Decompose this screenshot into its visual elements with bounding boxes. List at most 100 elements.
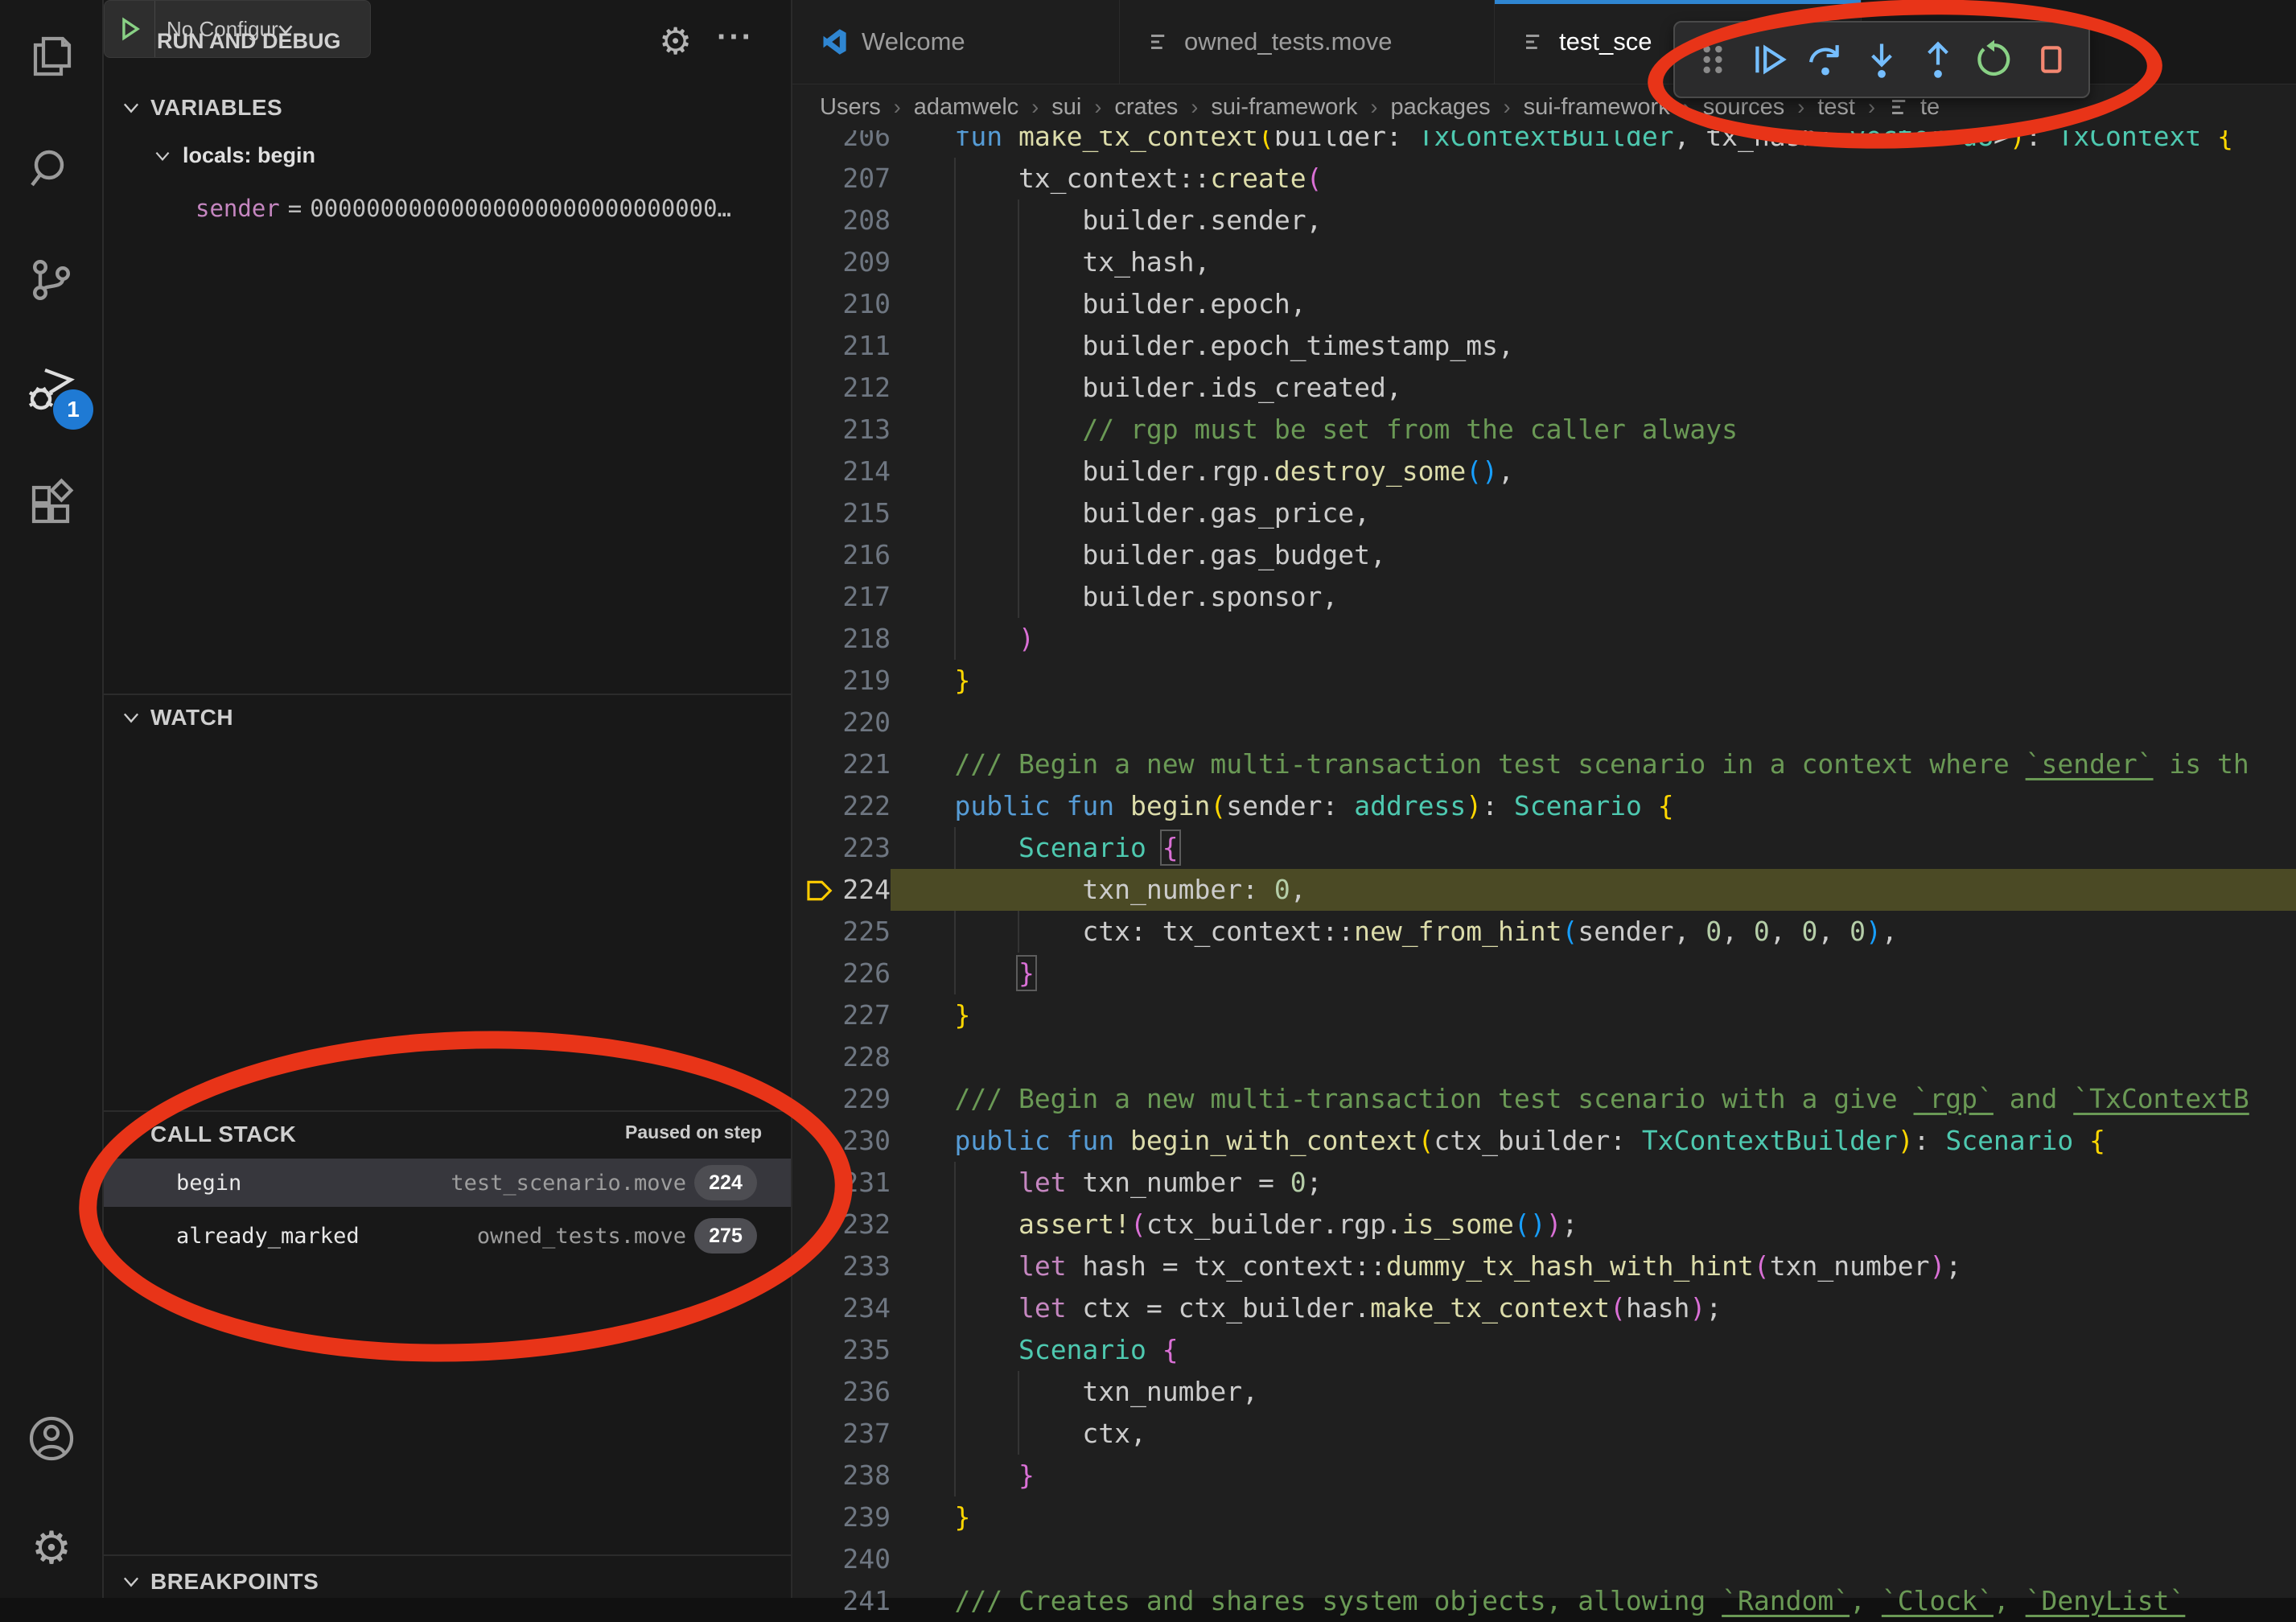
line-number: 232 — [792, 1204, 891, 1245]
code-line-223[interactable]: 223 Scenario { — [792, 827, 2296, 869]
code-line-240[interactable]: 240 — [792, 1538, 2296, 1580]
variables-scope-row[interactable]: locals: begin — [152, 143, 315, 168]
line-number: 235 — [792, 1329, 891, 1371]
code-line-224[interactable]: 224 txn_number: 0, — [792, 869, 2296, 911]
callstack-frame-already_marked[interactable]: already_markedowned_tests.move275 — [104, 1212, 791, 1260]
line-content: /// Begin a new multi-transaction test s… — [891, 748, 2249, 780]
breadcrumb-separator: › — [1357, 95, 1390, 120]
code-line-232[interactable]: 232 assert!(ctx_builder.rgp.is_some()); — [792, 1204, 2296, 1245]
breadcrumb-item[interactable]: Users — [820, 94, 881, 121]
code-line-213[interactable]: 213 // rgp must be set from the caller a… — [792, 409, 2296, 451]
breadcrumb-separator: › — [1018, 95, 1051, 120]
code-line-212[interactable]: 212 builder.ids_created, — [792, 367, 2296, 409]
variable-row[interactable]: sender=00000000000000000000000000000… — [195, 195, 731, 222]
line-content: txn_number: 0, — [891, 874, 1306, 905]
breadcrumb-separator: › — [1670, 95, 1703, 120]
line-content: builder.epoch, — [891, 288, 1306, 319]
extensions-icon[interactable] — [26, 478, 77, 529]
line-content: ) — [891, 623, 1035, 654]
code-line-234[interactable]: 234 let ctx = ctx_builder.make_tx_contex… — [792, 1287, 2296, 1329]
code-line-235[interactable]: 235 Scenario { — [792, 1329, 2296, 1371]
line-content: public fun begin_with_context(ctx_builde… — [891, 1125, 2105, 1156]
step-out-icon[interactable] — [1913, 31, 1963, 88]
breadcrumb-item[interactable]: crates — [1114, 94, 1178, 121]
code-line-211[interactable]: 211 builder.epoch_timestamp_ms, — [792, 325, 2296, 367]
editor-group: 206 fun make_tx_context(builder: TxConte… — [792, 0, 2296, 1598]
code-line-215[interactable]: 215 builder.gas_price, — [792, 492, 2296, 534]
tab-welcome[interactable]: Welcome — [792, 0, 1120, 84]
breadcrumb-item[interactable]: sui-framework — [1211, 94, 1357, 121]
breadcrumb-item[interactable]: sui — [1051, 94, 1081, 121]
code-line-239[interactable]: 239 } — [792, 1496, 2296, 1538]
line-number: 212 — [792, 367, 891, 409]
line-content: Scenario { — [891, 832, 1179, 863]
breadcrumb-item[interactable]: sui-framework — [1524, 94, 1670, 121]
section-variables[interactable]: VARIABLES — [120, 92, 282, 124]
line-content: tx_context::create( — [891, 163, 1322, 194]
code-line-217[interactable]: 217 builder.sponsor, — [792, 576, 2296, 618]
activity-bar: 1 ⚙ — [0, 0, 104, 1598]
code-line-209[interactable]: 209 tx_hash, — [792, 241, 2296, 283]
explorer-icon[interactable] — [26, 31, 77, 82]
line-content: let ctx = ctx_builder.make_tx_context(ha… — [891, 1292, 1722, 1324]
line-number: 209 — [792, 241, 891, 283]
code-line-228[interactable]: 228 — [792, 1036, 2296, 1078]
breadcrumb-item[interactable]: packages — [1390, 94, 1490, 121]
line-content: let txn_number = 0; — [891, 1167, 1322, 1198]
section-watch[interactable]: WATCH — [120, 702, 233, 734]
code-line-218[interactable]: 218 ) — [792, 618, 2296, 660]
debug-settings-gear-icon[interactable]: ⚙ — [659, 23, 692, 60]
code-line-238[interactable]: 238 } — [792, 1455, 2296, 1496]
code-line-241[interactable]: 241 /// Creates and shares system object… — [792, 1580, 2296, 1622]
code-line-207[interactable]: 207 tx_context::create( — [792, 158, 2296, 200]
code-line-210[interactable]: 210 builder.epoch, — [792, 283, 2296, 325]
account-icon[interactable] — [26, 1413, 77, 1464]
code-editor[interactable]: 206 fun make_tx_context(builder: TxConte… — [792, 0, 2296, 1598]
line-number: 240 — [792, 1538, 891, 1580]
code-line-208[interactable]: 208 builder.sender, — [792, 200, 2296, 241]
line-number: 239 — [792, 1496, 891, 1538]
toolbar-drag-handle-icon[interactable] — [1688, 31, 1738, 88]
code-line-222[interactable]: 222 public fun begin(sender: address): S… — [792, 785, 2296, 827]
restart-icon[interactable] — [1969, 31, 2019, 88]
code-line-219[interactable]: 219 } — [792, 660, 2296, 702]
line-content: Scenario { — [891, 1334, 1179, 1365]
settings-gear-icon[interactable]: ⚙ — [26, 1522, 77, 1574]
code-line-226[interactable]: 226 } — [792, 953, 2296, 994]
frame-function: already_marked — [176, 1224, 360, 1249]
code-line-227[interactable]: 227 } — [792, 994, 2296, 1036]
code-line-236[interactable]: 236 txn_number, — [792, 1371, 2296, 1413]
line-content: builder.gas_budget, — [891, 539, 1386, 570]
breadcrumb-separator: › — [1855, 95, 1888, 120]
line-number: 241 — [792, 1580, 891, 1622]
stop-icon[interactable] — [2026, 31, 2076, 88]
more-actions-icon[interactable]: ··· — [717, 19, 754, 56]
search-icon[interactable] — [26, 143, 77, 195]
section-call-stack[interactable]: CALL STACK — [120, 1118, 296, 1151]
code-line-216[interactable]: 216 builder.gas_budget, — [792, 534, 2296, 576]
start-debug-icon[interactable] — [105, 1, 155, 57]
code-line-237[interactable]: 237 ctx, — [792, 1413, 2296, 1455]
code-line-220[interactable]: 220 — [792, 702, 2296, 743]
code-line-229[interactable]: 229 /// Begin a new multi-transaction te… — [792, 1078, 2296, 1120]
code-line-231[interactable]: 231 let txn_number = 0; — [792, 1162, 2296, 1204]
code-line-230[interactable]: 230 public fun begin_with_context(ctx_bu… — [792, 1120, 2296, 1162]
section-breakpoints[interactable]: BREAKPOINTS — [120, 1566, 319, 1598]
line-content: } — [891, 999, 970, 1031]
callstack-frame-begin[interactable]: begintest_scenario.move224 — [104, 1159, 791, 1207]
line-content: builder.rgp.destroy_some(), — [891, 455, 1514, 487]
tab-owned_tests-move[interactable]: owned_tests.move — [1120, 0, 1495, 84]
code-line-225[interactable]: 225 ctx: tx_context::new_from_hint(sende… — [792, 911, 2296, 953]
code-line-233[interactable]: 233 let hash = tx_context::dummy_tx_hash… — [792, 1245, 2296, 1287]
line-content: builder.sponsor, — [891, 581, 1338, 612]
line-number: 215 — [792, 492, 891, 534]
code-line-221[interactable]: 221 /// Begin a new multi-transaction te… — [792, 743, 2296, 785]
code-line-214[interactable]: 214 builder.rgp.destroy_some(), — [792, 451, 2296, 492]
breadcrumb-separator: › — [1491, 95, 1524, 120]
source-control-icon[interactable] — [26, 254, 77, 306]
breadcrumb-item[interactable]: adamwelc — [914, 94, 1019, 121]
line-number: 214 — [792, 451, 891, 492]
step-into-icon[interactable] — [1857, 31, 1907, 88]
step-over-icon[interactable] — [1800, 31, 1850, 88]
continue-icon[interactable] — [1744, 31, 1794, 88]
